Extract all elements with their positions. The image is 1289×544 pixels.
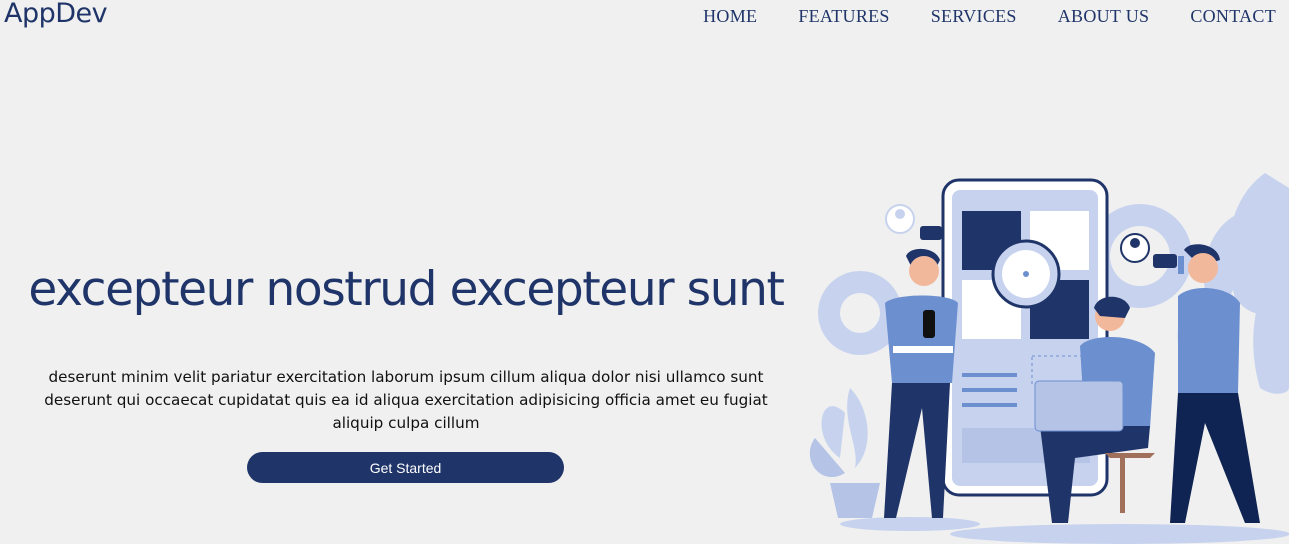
nav-home[interactable]: HOME xyxy=(703,6,757,27)
hero-description: deserunt minim velit pariatur exercitati… xyxy=(44,368,768,432)
hero-title: excepteur nostrud excepteur sunt xyxy=(28,262,785,317)
chat-bubble-icon xyxy=(920,226,942,240)
nav-about-us[interactable]: ABOUT US xyxy=(1058,6,1150,27)
potted-plant xyxy=(809,388,880,518)
nav-features[interactable]: FEATURES xyxy=(798,6,889,27)
get-started-button[interactable]: Get Started xyxy=(247,452,564,483)
main-nav: HOME FEATURES SERVICES ABOUT US CONTACT xyxy=(662,6,1276,27)
chat-bubble-icon-2 xyxy=(1153,254,1177,268)
brand-logo[interactable]: AppDev xyxy=(4,0,108,29)
nav-contact[interactable]: CONTACT xyxy=(1190,6,1276,27)
nav-services[interactable]: SERVICES xyxy=(931,6,1017,27)
team-illustration xyxy=(809,173,1289,544)
